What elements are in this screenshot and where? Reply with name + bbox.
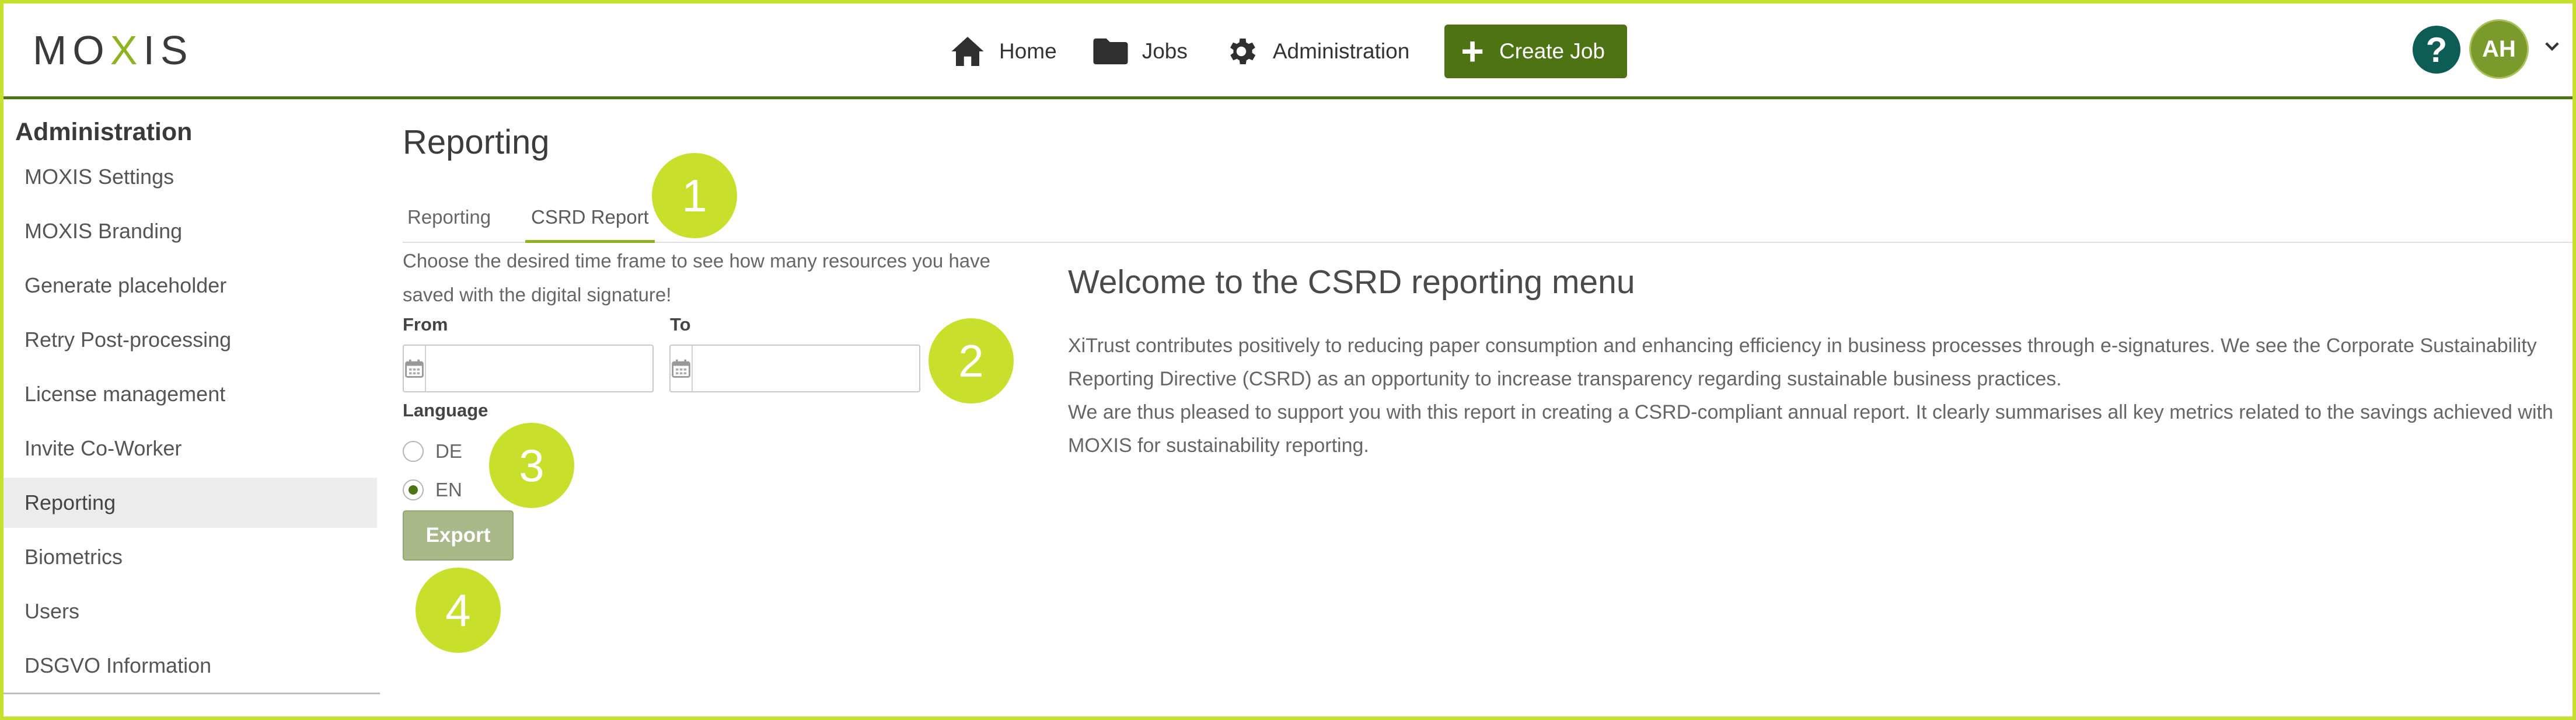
- to-date-input[interactable]: [693, 346, 940, 391]
- plus-icon: +: [1461, 29, 1485, 74]
- sidebar-divider: [4, 693, 380, 694]
- calendar-icon[interactable]: [671, 346, 693, 391]
- welcome-paragraph-1: XiTrust contributes positively to reduci…: [1068, 335, 2537, 390]
- calendar-icon[interactable]: [404, 346, 426, 391]
- nav-administration-label: Administration: [1272, 39, 1410, 63]
- nav-jobs[interactable]: Jobs: [1092, 33, 1188, 70]
- folder-icon: [1092, 33, 1129, 70]
- tab-reporting[interactable]: Reporting: [407, 194, 491, 241]
- sidebar-title: Administration: [15, 118, 193, 146]
- welcome-title: Welcome to the CSRD reporting menu: [1068, 263, 1635, 301]
- step-badge-4: 4: [416, 568, 501, 653]
- sidebar-item-retry-post-processing[interactable]: Retry Post-processing: [4, 315, 377, 365]
- from-label: From: [403, 314, 448, 335]
- nav-home-label: Home: [999, 39, 1057, 63]
- radio-en[interactable]: [403, 479, 424, 500]
- step-badge-1: 1: [652, 153, 737, 238]
- tab-active-indicator: [525, 240, 655, 243]
- nav-home[interactable]: Home: [949, 33, 1057, 70]
- top-header: MO X IS Home Jobs Administration + Creat…: [4, 4, 2572, 99]
- sidebar-item-moxis-branding[interactable]: MOXIS Branding: [4, 206, 377, 256]
- user-avatar[interactable]: AH: [2471, 21, 2527, 77]
- to-date-field[interactable]: [669, 345, 940, 392]
- help-icon[interactable]: ?: [2413, 26, 2460, 74]
- admin-sidebar: Administration MOXIS Settings MOXIS Bran…: [4, 111, 380, 695]
- radio-en-label: EN: [435, 479, 462, 500]
- sidebar-item-license-management[interactable]: License management: [4, 369, 377, 419]
- intro-text: Choose the desired time frame to see how…: [403, 250, 991, 305]
- sidebar-item-dsgvo-information[interactable]: DSGVO Information: [4, 641, 377, 691]
- radio-de[interactable]: [403, 441, 424, 462]
- step-badge-2: 2: [929, 318, 1014, 404]
- create-job-button[interactable]: + Create Job: [1444, 25, 1628, 78]
- language-option-en[interactable]: EN: [403, 475, 462, 505]
- chevron-down-icon[interactable]: [2542, 36, 2562, 56]
- moxis-logo[interactable]: MO X IS: [33, 27, 194, 74]
- sidebar-item-reporting[interactable]: Reporting: [4, 478, 377, 528]
- welcome-text: XiTrust contributes positively to reduci…: [1068, 329, 2562, 462]
- logo-text-x: X: [110, 27, 144, 73]
- radio-selected-dot: [409, 485, 418, 495]
- sidebar-item-users[interactable]: Users: [4, 586, 377, 636]
- gear-icon: [1223, 33, 1260, 70]
- language-label: Language: [403, 400, 488, 420]
- main-nav: Home Jobs Administration + Create Job: [949, 25, 1628, 78]
- nav-jobs-label: Jobs: [1142, 39, 1188, 63]
- page-title: Reporting: [403, 123, 550, 161]
- from-date-input[interactable]: [426, 346, 673, 391]
- tab-divider: [403, 242, 2572, 243]
- nav-administration[interactable]: Administration: [1223, 33, 1409, 70]
- sidebar-item-invite-co-worker[interactable]: Invite Co-Worker: [4, 423, 377, 474]
- logo-text-right: IS: [143, 27, 194, 73]
- sidebar-item-generate-placeholder[interactable]: Generate placeholder: [4, 260, 377, 311]
- export-button[interactable]: Export: [403, 510, 514, 561]
- step-badge-3: 3: [489, 423, 574, 508]
- sidebar-item-biometrics[interactable]: Biometrics: [4, 532, 377, 582]
- logo-text-left: MO: [33, 27, 110, 73]
- to-label: To: [670, 314, 691, 335]
- welcome-paragraph-2: We are thus pleased to support you with …: [1068, 401, 2553, 457]
- home-icon: [949, 33, 986, 70]
- tab-csrd-report[interactable]: CSRD Report: [531, 194, 649, 241]
- radio-de-label: DE: [435, 440, 462, 462]
- create-job-label: Create Job: [1499, 39, 1605, 63]
- from-date-field[interactable]: [403, 345, 673, 392]
- sidebar-item-moxis-settings[interactable]: MOXIS Settings: [4, 152, 377, 202]
- language-option-de[interactable]: DE: [403, 437, 462, 466]
